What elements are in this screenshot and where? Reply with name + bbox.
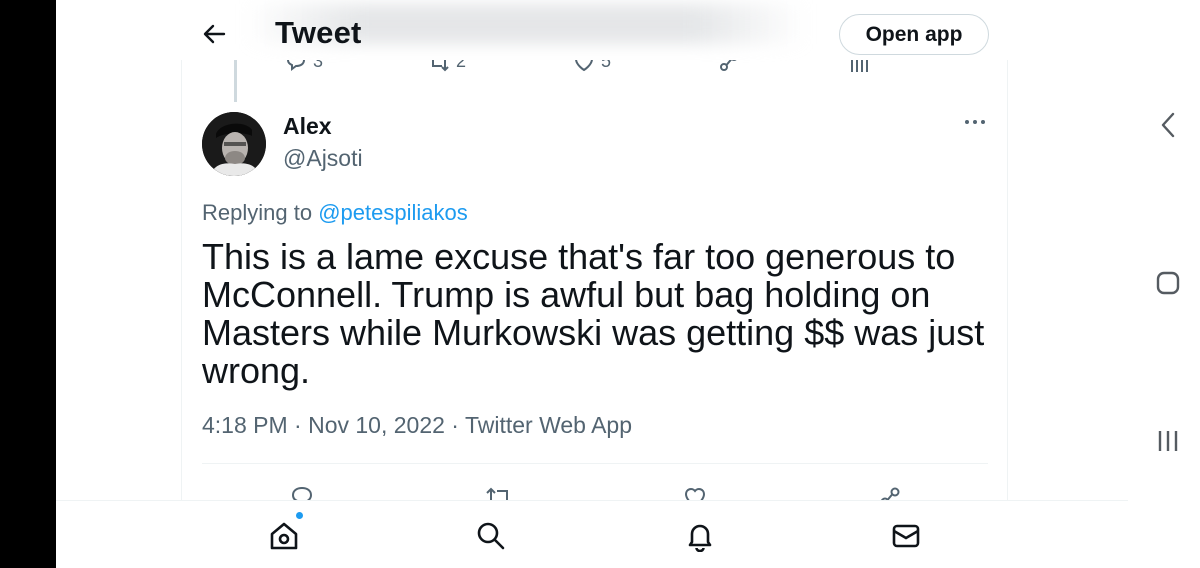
analytics-icon bbox=[851, 60, 868, 72]
recents-icon bbox=[1158, 431, 1178, 451]
previous-share-action[interactable] bbox=[717, 60, 741, 74]
retweet-icon bbox=[486, 487, 508, 500]
tweet-source[interactable]: Twitter Web App bbox=[465, 412, 632, 438]
reply-button[interactable] bbox=[289, 484, 315, 500]
retweet-icon bbox=[432, 60, 449, 72]
thread-connector-line bbox=[234, 60, 237, 102]
system-home-button[interactable] bbox=[1156, 270, 1180, 296]
replying-to-line: Replying to @petespiliakos bbox=[202, 200, 468, 226]
replying-prefix: Replying to bbox=[202, 200, 313, 225]
like-button[interactable] bbox=[682, 484, 708, 500]
top-app-bar: Tweet Open app bbox=[56, 0, 1128, 66]
avatar-photo bbox=[202, 112, 266, 176]
mail-icon bbox=[892, 524, 920, 548]
nav-messages[interactable] bbox=[890, 520, 922, 552]
tweet-actions bbox=[182, 480, 1009, 500]
previous-tweet-actions: 3 2 5 bbox=[182, 60, 1009, 78]
author-name[interactable]: Alex bbox=[283, 113, 332, 140]
system-recents-button[interactable] bbox=[1156, 428, 1180, 454]
more-dots-icon bbox=[965, 120, 985, 124]
arrow-left-icon bbox=[203, 24, 226, 44]
system-back-button[interactable] bbox=[1158, 110, 1178, 140]
tweet-metadata: 4:18 PM · Nov 10, 2022 · Twitter Web App bbox=[202, 412, 632, 439]
twitter-app: Tweet Open app 3 2 5 Alex @Ajsoti Replyi… bbox=[56, 0, 1128, 568]
search-icon bbox=[477, 522, 505, 550]
home-notification-dot bbox=[296, 512, 303, 519]
nav-home[interactable] bbox=[268, 520, 300, 552]
previous-retweet-action[interactable]: 2 bbox=[427, 60, 466, 74]
nav-notifications[interactable] bbox=[684, 520, 716, 552]
tweet-text: This is a lame excuse that's far too gen… bbox=[202, 236, 985, 391]
reply-icon bbox=[291, 486, 313, 500]
avatar[interactable] bbox=[202, 112, 266, 176]
divider bbox=[202, 463, 988, 464]
page-title: Tweet bbox=[275, 15, 362, 50]
heart-icon bbox=[575, 60, 593, 72]
screen-left-edge bbox=[0, 0, 56, 568]
home-icon bbox=[270, 522, 298, 550]
tweet-timestamp[interactable]: 4:18 PM · Nov 10, 2022 · bbox=[202, 412, 465, 438]
share-button[interactable] bbox=[877, 484, 903, 500]
home-square-icon bbox=[1156, 271, 1180, 295]
retweet-button[interactable] bbox=[484, 484, 514, 500]
bottom-navigation bbox=[56, 500, 1128, 568]
previous-like-action[interactable]: 5 bbox=[572, 60, 611, 74]
heart-icon bbox=[684, 488, 706, 500]
previous-like-count: 5 bbox=[601, 60, 612, 71]
back-button[interactable] bbox=[198, 20, 230, 48]
replying-to-link[interactable]: @petespiliakos bbox=[318, 200, 468, 225]
previous-reply-count: 3 bbox=[313, 60, 324, 71]
nav-search[interactable] bbox=[475, 520, 507, 552]
author-handle[interactable]: @Ajsoti bbox=[283, 145, 363, 172]
share-icon bbox=[720, 60, 737, 71]
previous-reply-action[interactable]: 3 bbox=[284, 60, 323, 74]
previous-retweet-count: 2 bbox=[456, 60, 467, 71]
share-icon bbox=[880, 487, 900, 500]
reply-icon bbox=[286, 60, 306, 71]
tweet-column: 3 2 5 Alex @Ajsoti Replying to @petespil… bbox=[181, 60, 1008, 500]
system-navigation-bar bbox=[1128, 0, 1200, 568]
more-button[interactable] bbox=[960, 112, 990, 132]
chevron-left-icon bbox=[1161, 112, 1175, 138]
open-app-button[interactable]: Open app bbox=[839, 14, 989, 55]
bell-icon bbox=[688, 524, 712, 552]
previous-analytics-action[interactable] bbox=[847, 60, 871, 74]
